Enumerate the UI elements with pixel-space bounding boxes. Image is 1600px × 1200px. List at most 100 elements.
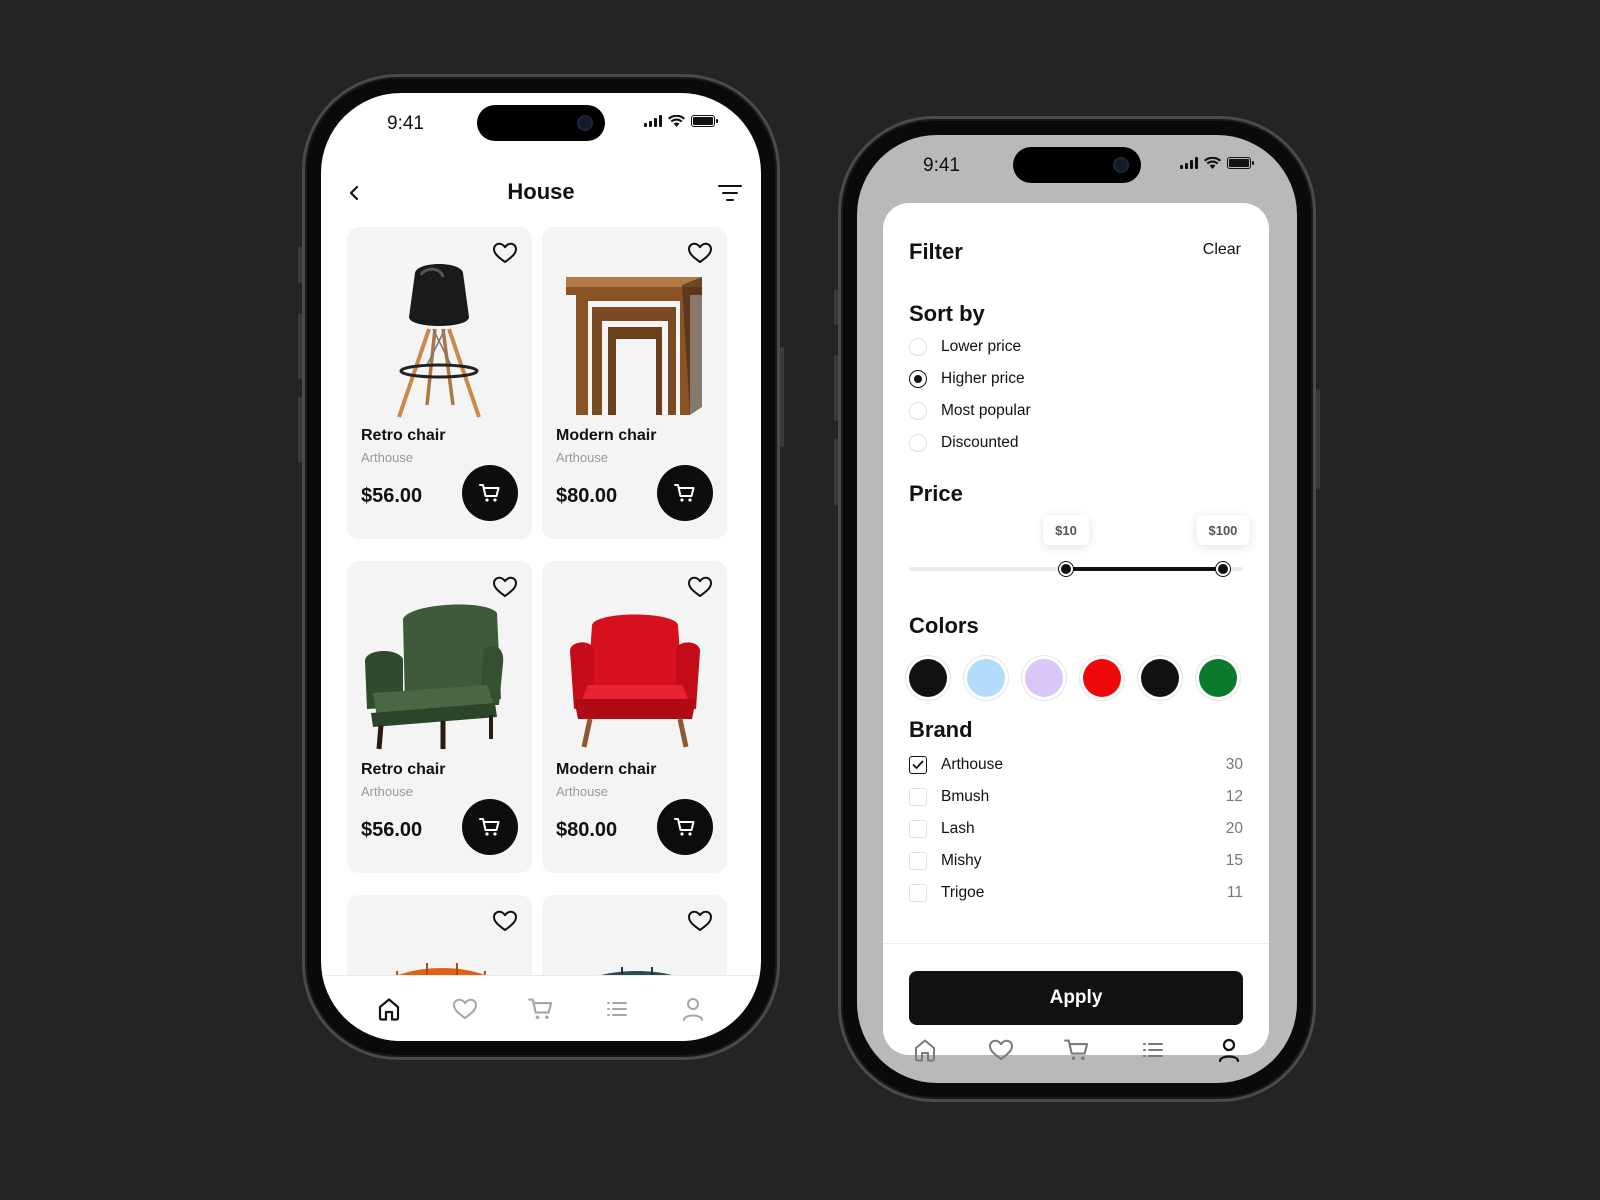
- phone-filter: 9:41 Filter Clear Sort by Lower price Hi…: [834, 116, 1320, 1102]
- heart-icon: [453, 998, 477, 1019]
- brand-count: 30: [1225, 756, 1243, 773]
- brand-title: Brand: [909, 717, 973, 742]
- product-brand: Arthouse: [361, 784, 414, 799]
- product-card[interactable]: Modern chair Arthouse $80.00: [542, 561, 727, 873]
- price-min-handle[interactable]: [1058, 562, 1073, 576]
- product-brand: Arthouse: [556, 450, 609, 465]
- tab-orders[interactable]: [1138, 1035, 1168, 1065]
- sort-option-higher-price[interactable]: Higher price: [909, 369, 1025, 389]
- brand-count: 12: [1225, 788, 1243, 805]
- filter-title: Filter: [909, 239, 963, 264]
- filter-icon[interactable]: [717, 181, 743, 205]
- product-brand: Arthouse: [556, 784, 609, 799]
- cart-icon: [528, 997, 553, 1019]
- price-max-label: $100: [1196, 515, 1250, 545]
- user-icon: [683, 997, 703, 1021]
- brand-option-lash[interactable]: Lash 20: [909, 819, 1243, 839]
- heart-icon: [989, 1039, 1013, 1060]
- status-time: 9:41: [923, 155, 960, 176]
- status-time: 9:41: [387, 113, 424, 134]
- sort-option-discounted[interactable]: Discounted: [909, 433, 1019, 453]
- sort-option-label: Lower price: [941, 338, 1022, 355]
- brand-option-trigoe[interactable]: Trigoe 11: [909, 883, 1243, 903]
- status-icons: [1180, 157, 1254, 169]
- tab-profile[interactable]: [1214, 1035, 1244, 1065]
- checkbox[interactable]: [909, 788, 927, 806]
- tab-orders[interactable]: [602, 994, 632, 1024]
- radio-button[interactable]: [909, 434, 927, 452]
- battery-icon: [691, 115, 718, 127]
- list-icon: [607, 1001, 627, 1016]
- color-swatches: [909, 659, 1237, 697]
- radio-button[interactable]: [909, 370, 927, 388]
- radio-button[interactable]: [909, 402, 927, 420]
- cart-icon: [674, 484, 695, 502]
- tab-bar: [321, 975, 761, 1041]
- cart-icon: [674, 818, 695, 836]
- add-to-cart-button[interactable]: [462, 799, 518, 855]
- price-title: Price: [909, 481, 963, 506]
- brand-count: 20: [1225, 820, 1243, 837]
- tab-cart[interactable]: [526, 994, 556, 1024]
- tab-cart[interactable]: [1062, 1035, 1092, 1065]
- tab-favorites[interactable]: [986, 1035, 1016, 1065]
- mute-switch: [298, 247, 302, 283]
- product-card[interactable]: Retro chair Arthouse $56.00: [347, 227, 532, 539]
- check-icon: [912, 760, 924, 769]
- brand-option-bmush[interactable]: Bmush 12: [909, 787, 1243, 807]
- phone-catalog: 9:41 House Retro chair Arthouse $56.00 M…: [298, 74, 784, 1060]
- volume-down-button: [834, 439, 838, 505]
- nesting-table-image: [566, 277, 702, 415]
- divider: [883, 943, 1269, 944]
- tab-favorites[interactable]: [450, 994, 480, 1024]
- product-price: $56.00: [361, 819, 423, 841]
- brand-count: 11: [1226, 884, 1243, 901]
- brand-option-mishy[interactable]: Mishy 15: [909, 851, 1243, 871]
- radio-button[interactable]: [909, 338, 927, 356]
- product-name: Modern chair: [556, 761, 657, 778]
- add-to-cart-button[interactable]: [657, 799, 713, 855]
- product-price: $80.00: [556, 485, 618, 507]
- volume-down-button: [298, 397, 302, 463]
- color-swatch-green[interactable]: [1199, 659, 1237, 697]
- brand-count: 15: [1225, 852, 1243, 869]
- color-swatch-lavender[interactable]: [1025, 659, 1063, 697]
- sort-option-most-popular[interactable]: Most popular: [909, 401, 1031, 421]
- signal-icon: [1180, 157, 1198, 169]
- color-swatch-black[interactable]: [909, 659, 947, 697]
- volume-up-button: [298, 313, 302, 379]
- tab-home[interactable]: [910, 1035, 940, 1065]
- red-armchair-image: [570, 614, 700, 748]
- color-swatch-black-2[interactable]: [1141, 659, 1179, 697]
- filter-sheet: Filter Clear Sort by Lower price Higher …: [883, 203, 1269, 1055]
- battery-icon: [1227, 157, 1254, 169]
- tab-home[interactable]: [374, 994, 404, 1024]
- product-name: Retro chair: [361, 761, 446, 778]
- add-to-cart-button[interactable]: [657, 465, 713, 521]
- brand-option-arthouse[interactable]: Arthouse 30: [909, 755, 1243, 775]
- add-to-cart-button[interactable]: [462, 465, 518, 521]
- checkbox[interactable]: [909, 852, 927, 870]
- dynamic-island: [1013, 147, 1141, 183]
- price-max-handle[interactable]: [1215, 562, 1230, 576]
- price-range-fill: [1065, 567, 1223, 571]
- product-card[interactable]: Retro chair Arthouse $56.00: [347, 561, 532, 873]
- checkbox[interactable]: [909, 756, 927, 774]
- sort-option-lower-price[interactable]: Lower price: [909, 337, 1021, 357]
- wifi-icon: [1204, 157, 1221, 169]
- clear-button[interactable]: Clear: [1203, 241, 1241, 259]
- brand-label: Trigoe: [941, 884, 985, 901]
- brand-label: Mishy: [941, 852, 982, 869]
- tab-profile[interactable]: [678, 994, 708, 1024]
- color-swatch-light-blue[interactable]: [967, 659, 1005, 697]
- checkbox[interactable]: [909, 820, 927, 838]
- price-min-label: $10: [1043, 515, 1089, 545]
- retro-chair-image: [397, 264, 481, 418]
- cart-icon: [1064, 1039, 1089, 1061]
- product-card[interactable]: Modern chair Arthouse $80.00: [542, 227, 727, 539]
- checkbox[interactable]: [909, 884, 927, 902]
- color-swatch-red[interactable]: [1083, 659, 1121, 697]
- sort-title: Sort by: [909, 301, 985, 326]
- power-button: [1316, 389, 1320, 489]
- price-range-slider[interactable]: $10 $100: [909, 515, 1250, 576]
